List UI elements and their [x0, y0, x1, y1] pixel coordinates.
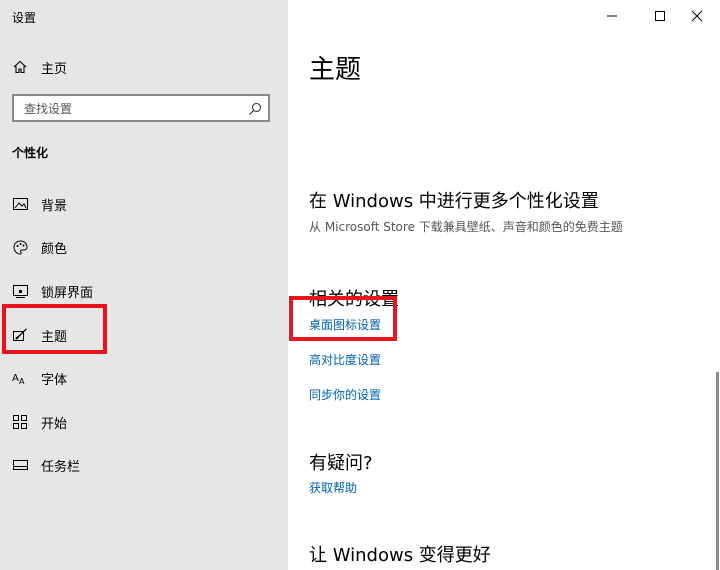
theme-brush-icon	[12, 327, 28, 343]
minimize-button[interactable]	[589, 0, 635, 32]
image-icon	[12, 196, 28, 212]
window-title: 设置	[12, 11, 37, 25]
svg-text:A: A	[12, 373, 19, 384]
sync-settings-link[interactable]: 同步你的设置	[309, 386, 381, 403]
improve-windows-heading: 让 Windows 变得更好	[309, 545, 491, 566]
sidebar-item-lockscreen[interactable]: 锁屏界面	[0, 271, 288, 311]
close-icon	[691, 10, 703, 22]
sidebar-item-label: 背景	[41, 198, 68, 214]
more-personalize-heading: 在 Windows 中进行更多个性化设置	[309, 191, 599, 212]
svg-text:A: A	[19, 377, 25, 385]
sidebar-item-label: 任务栏	[41, 459, 81, 475]
section-title: 个性化	[12, 146, 49, 160]
minimize-icon	[607, 15, 617, 17]
sidebar: 设置 主页 个性化 背景 颜色 锁屏界面 主题	[0, 0, 288, 570]
maximize-icon	[655, 11, 665, 21]
sidebar-item-taskbar[interactable]: 任务栏	[0, 445, 288, 485]
search-icon[interactable]	[248, 101, 262, 115]
desktop-icon-settings-link[interactable]: 桌面图标设置	[309, 316, 381, 333]
lock-screen-icon	[12, 283, 28, 299]
sidebar-item-background[interactable]: 背景	[0, 184, 288, 224]
palette-icon	[12, 239, 28, 255]
sidebar-item-start[interactable]: 开始	[0, 402, 288, 442]
sidebar-item-home[interactable]: 主页	[0, 47, 288, 87]
sidebar-item-label: 字体	[41, 372, 68, 388]
sidebar-item-colors[interactable]: 颜色	[0, 227, 288, 267]
sidebar-item-themes[interactable]: 主题	[0, 315, 288, 355]
scrollbar[interactable]	[716, 372, 719, 570]
related-settings-heading: 相关的设置	[309, 289, 399, 310]
sidebar-item-label: 锁屏界面	[41, 285, 94, 301]
questions-heading: 有疑问?	[309, 453, 373, 474]
taskbar-icon	[12, 457, 28, 473]
high-contrast-settings-link[interactable]: 高对比度设置	[309, 351, 381, 368]
home-icon	[12, 59, 28, 75]
search-input[interactable]	[22, 99, 246, 119]
sidebar-item-label: 主题	[41, 329, 68, 345]
sidebar-item-fonts[interactable]: AA 字体	[0, 358, 288, 398]
search-box[interactable]	[12, 94, 270, 122]
close-button[interactable]	[674, 0, 720, 32]
more-personalize-subtext: 从 Microsoft Store 下载兼具壁纸、声音和颜色的免费主题	[309, 220, 623, 234]
page-title: 主题	[309, 55, 362, 85]
font-icon: AA	[12, 370, 28, 386]
sidebar-item-home-label: 主页	[41, 61, 68, 77]
start-grid-icon	[12, 414, 28, 430]
get-help-link[interactable]: 获取帮助	[309, 479, 357, 496]
sidebar-item-label: 开始	[41, 416, 68, 432]
sidebar-item-label: 颜色	[41, 241, 68, 257]
